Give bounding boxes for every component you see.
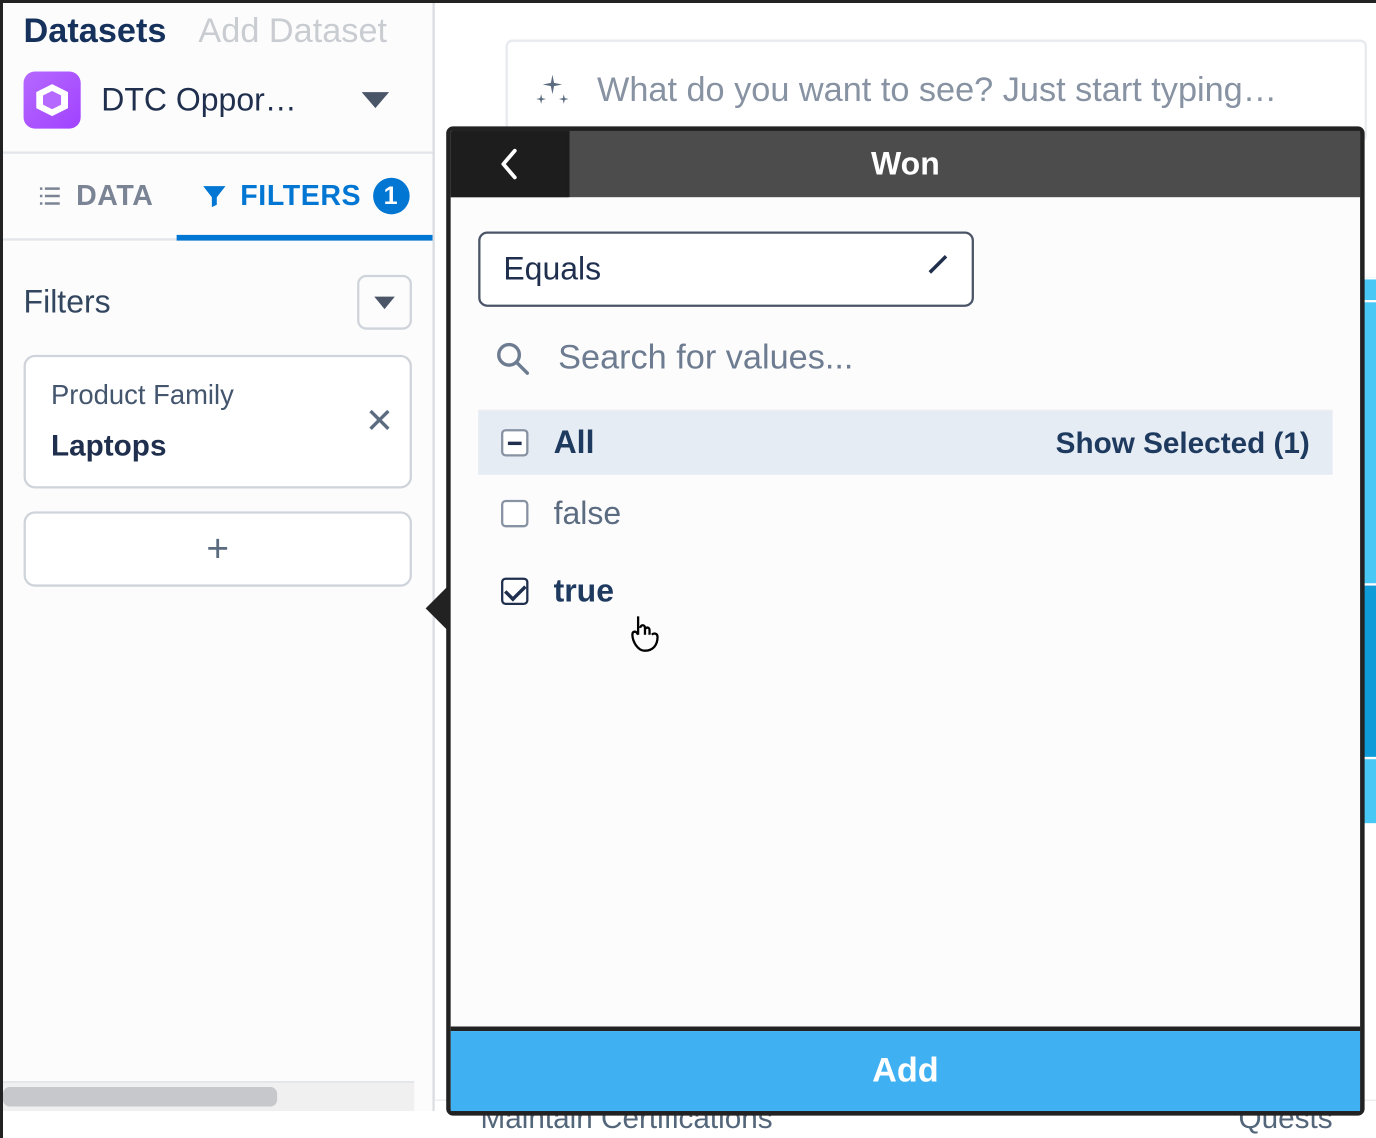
value-label: true [554,573,614,610]
chevron-down-icon [362,92,389,108]
checkbox-icon[interactable] [501,500,528,527]
value-search-input[interactable]: Search for values... [478,332,1332,385]
filters-body: Filters Product Family Laptops ✕ + [3,241,433,621]
panel-title: Won [451,146,1360,183]
search-icon [494,340,531,377]
value-label: false [554,495,622,532]
chevron-down-icon [374,296,395,309]
dataset-icon [24,72,81,129]
sidebar: Datasets Add Dataset DTC Oppor… DATA FI [3,3,435,1111]
tab-data[interactable]: DATA [12,154,176,239]
filter-values-panel: Won Equals Search for values... All [446,126,1364,1115]
value-row[interactable]: false [478,475,1332,553]
sparkle-icon [533,72,572,111]
search-placeholder: Search for values... [558,339,853,378]
panel-header: Won [451,131,1360,197]
query-placeholder: What do you want to see? Just start typi… [597,72,1277,111]
datasets-header: Datasets Add Dataset DTC Oppor… [3,3,433,154]
add-button[interactable]: Add [451,1031,1360,1111]
filter-value-label: Laptops [51,428,385,463]
plus-icon: + [206,527,229,572]
add-filter-button[interactable]: + [24,511,412,586]
list-icon [35,181,65,211]
close-icon[interactable]: ✕ [365,405,394,439]
panel-body: Equals Search for values... All Show Sel… [451,197,1360,1026]
show-selected-button[interactable]: Show Selected (1) [1056,425,1310,460]
back-button[interactable] [451,131,570,197]
scrollbar[interactable] [3,1081,414,1111]
dataset-picker[interactable]: DTC Oppor… [24,72,412,129]
filter-icon [199,181,229,211]
panel-footer: Add [451,1027,1360,1112]
tab-filters[interactable]: FILTERS 1 [176,154,432,239]
checkbox-checked-icon[interactable] [501,578,528,605]
cursor-pointer-icon [627,614,661,655]
value-all-label: All [554,425,595,462]
value-row[interactable]: true [478,552,1332,630]
sidebar-tabs: DATA FILTERS 1 [3,154,433,241]
dataset-name: DTC Oppor… [101,82,341,119]
filters-options-button[interactable] [357,275,412,330]
filters-count-badge: 1 [373,178,410,215]
value-row-all[interactable]: All Show Selected (1) [478,411,1332,475]
values-list: All Show Selected (1) false true [478,410,1332,630]
filter-card[interactable]: Product Family Laptops ✕ [24,355,412,489]
operator-label: Equals [503,251,601,288]
operator-select[interactable]: Equals [478,231,974,306]
chevron-down-icon [926,258,949,281]
checkbox-indeterminate-icon[interactable] [501,429,528,456]
filters-heading: Filters [24,284,111,321]
add-dataset-button[interactable]: Add Dataset [198,12,387,51]
filter-field-label: Product Family [51,380,385,412]
tab-data-label: DATA [76,179,153,212]
datasets-title: Datasets [24,12,167,51]
tab-filters-label: FILTERS [240,179,361,212]
